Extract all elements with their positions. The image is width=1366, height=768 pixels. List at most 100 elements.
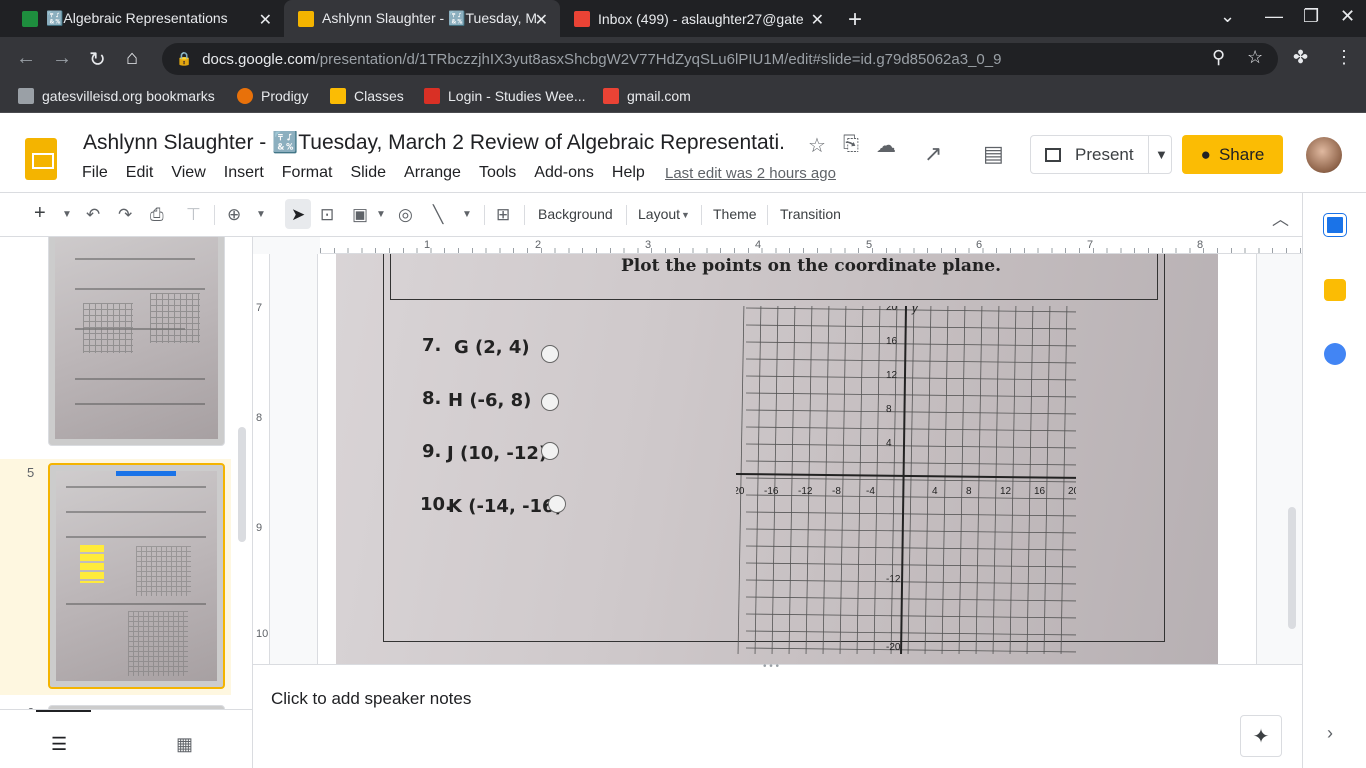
- bookmark-star-icon[interactable]: ☆: [1247, 47, 1263, 68]
- explore-button[interactable]: ✦: [1240, 715, 1282, 757]
- close-icon[interactable]: ✕: [259, 10, 272, 30]
- slides-logo-icon[interactable]: [25, 138, 57, 180]
- divider: [767, 205, 768, 225]
- present-label: Present: [1075, 144, 1134, 164]
- last-edit-link[interactable]: Last edit was 2 hours ago: [665, 165, 836, 182]
- bookmark-folder[interactable]: gatesvilleisd.org bookmarks: [18, 88, 215, 104]
- tab-gmail[interactable]: Inbox (499) - aslaughter27@gate ✕: [560, 0, 836, 37]
- bookmark-classes[interactable]: Classes: [330, 88, 404, 104]
- new-slide-plus-icon[interactable]: +: [34, 202, 46, 225]
- slide[interactable]: Plot the points on the coordinate plane.…: [317, 254, 1257, 664]
- bookmark-prodigy[interactable]: Prodigy: [237, 88, 308, 104]
- canvas-scrollbar[interactable]: [1288, 507, 1296, 629]
- forward-icon[interactable]: →: [52, 47, 72, 70]
- menu-file[interactable]: File: [82, 164, 108, 182]
- answer-circle[interactable]: [541, 345, 559, 363]
- menu-addons[interactable]: Add-ons: [534, 164, 594, 182]
- tasks-icon[interactable]: [1324, 343, 1346, 365]
- new-tab-plus-icon[interactable]: +: [848, 6, 862, 34]
- present-button[interactable]: Present ▼: [1030, 135, 1172, 174]
- divider: [701, 205, 702, 225]
- avatar[interactable]: [1306, 137, 1342, 173]
- layout-dropdown-icon[interactable]: ▼: [681, 210, 690, 220]
- slide-thumbnail-4[interactable]: [48, 237, 225, 446]
- undo-icon[interactable]: ↶: [86, 205, 100, 225]
- close-icon[interactable]: ✕: [811, 10, 824, 30]
- line-icon[interactable]: ╲: [433, 205, 443, 225]
- comment-icon[interactable]: ▤: [983, 141, 1004, 167]
- image-dropdown-icon[interactable]: ▼: [376, 209, 386, 220]
- location-icon[interactable]: ⚲: [1212, 47, 1225, 68]
- address-bar[interactable]: 🔒 docs.google.com/presentation/d/1TRbczz…: [162, 43, 1278, 75]
- menu-insert[interactable]: Insert: [224, 164, 264, 182]
- menu-view[interactable]: View: [171, 164, 205, 182]
- window-close-icon[interactable]: ✕: [1340, 6, 1355, 27]
- transition-button[interactable]: Transition: [780, 206, 841, 222]
- keep-icon[interactable]: [1324, 279, 1346, 301]
- slide-thumbnail-5[interactable]: [48, 463, 225, 689]
- worksheet-photo[interactable]: Plot the points on the coordinate plane.…: [336, 254, 1218, 664]
- home-icon[interactable]: ⌂: [126, 47, 138, 70]
- maximize-icon[interactable]: ❐: [1303, 6, 1319, 27]
- shape-icon[interactable]: ◎: [398, 205, 413, 225]
- back-icon[interactable]: ←: [16, 47, 36, 70]
- select-arrow-icon[interactable]: ➤: [291, 205, 305, 225]
- horizontal-ruler[interactable]: 1 2 3 4 5 6 7 8: [320, 237, 1302, 254]
- bookmark-studies-weekly[interactable]: Login - Studies Wee...: [424, 88, 585, 104]
- vertical-ruler[interactable]: 7 8 9 10: [253, 254, 270, 664]
- grid-line-vertical: [958, 306, 966, 654]
- tab-algebraic[interactable]: 🔣Algebraic Representations ✕: [8, 0, 284, 37]
- tab-search-icon[interactable]: ⌄: [1220, 6, 1235, 27]
- menu-slide[interactable]: Slide: [350, 164, 386, 182]
- image-icon[interactable]: ▣: [352, 205, 368, 225]
- line-dropdown-icon[interactable]: ▼: [462, 209, 472, 220]
- resize-handle-icon[interactable]: • • •: [763, 661, 779, 672]
- menu-tools[interactable]: Tools: [479, 164, 516, 182]
- move-folder-icon[interactable]: ⎘: [843, 133, 859, 156]
- extensions-icon[interactable]: ✤: [1293, 47, 1308, 68]
- grid-view-icon[interactable]: ▦: [176, 734, 193, 755]
- cloud-status-icon[interactable]: ☁: [876, 133, 896, 158]
- theme-button[interactable]: Theme: [713, 206, 757, 222]
- expand-chevron-right-icon[interactable]: ›: [1327, 723, 1333, 744]
- redo-icon[interactable]: ↷: [118, 205, 132, 225]
- present-label-wrap[interactable]: Present: [1031, 136, 1149, 173]
- close-icon[interactable]: ✕: [535, 10, 548, 30]
- speaker-notes[interactable]: • • • Click to add speaker notes ✦: [253, 661, 1302, 768]
- print-icon[interactable]: ⎙: [150, 205, 164, 225]
- activity-trend-icon[interactable]: ↗: [924, 141, 942, 167]
- minimize-icon[interactable]: —: [1265, 6, 1283, 27]
- collapse-chevron-up-icon[interactable]: ︿: [1272, 205, 1289, 230]
- document-title[interactable]: Ashlynn Slaughter - 🔣Tuesday, March 2 Re…: [83, 131, 783, 155]
- answer-circle[interactable]: [548, 495, 566, 513]
- menu-format[interactable]: Format: [282, 164, 333, 182]
- reload-icon[interactable]: ↻: [89, 47, 106, 72]
- point-label: K (-14, -16): [448, 496, 563, 517]
- menu-help[interactable]: Help: [612, 164, 645, 182]
- zoom-icon[interactable]: ⊕: [227, 205, 241, 225]
- filmstrip-scrollbar[interactable]: [238, 427, 246, 542]
- grid-line-vertical: [1043, 306, 1051, 654]
- bookmark-gmail[interactable]: gmail.com: [603, 88, 691, 104]
- speaker-notes-placeholder[interactable]: Click to add speaker notes: [271, 689, 471, 709]
- layout-button[interactable]: Layout: [638, 206, 680, 222]
- answer-circle[interactable]: [541, 442, 559, 460]
- calendar-icon[interactable]: [1323, 213, 1347, 237]
- star-icon[interactable]: ☆: [808, 133, 826, 158]
- menu-edit[interactable]: Edit: [126, 164, 154, 182]
- menu-arrange[interactable]: Arrange: [404, 164, 461, 182]
- present-dropdown-icon[interactable]: ▼: [1149, 147, 1168, 162]
- text-box-icon[interactable]: ⊡: [320, 205, 334, 225]
- new-slide-dropdown-icon[interactable]: ▼: [62, 209, 72, 220]
- x-axis: [736, 473, 1076, 479]
- chrome-menu-icon[interactable]: ⋮: [1335, 47, 1353, 68]
- filmstrip-view-icon[interactable]: ☰: [51, 734, 67, 755]
- paint-format-icon[interactable]: ⊤: [186, 205, 201, 225]
- y-tick-label: -20: [886, 642, 901, 653]
- zoom-dropdown-icon[interactable]: ▼: [256, 209, 266, 220]
- share-button[interactable]: ● Share: [1182, 135, 1283, 174]
- answer-circle[interactable]: [541, 393, 559, 411]
- tab-slides[interactable]: Ashlynn Slaughter - 🔣Tuesday, M ✕: [284, 0, 560, 37]
- background-button[interactable]: Background: [538, 206, 613, 222]
- add-comment-icon[interactable]: ⊞: [496, 205, 510, 225]
